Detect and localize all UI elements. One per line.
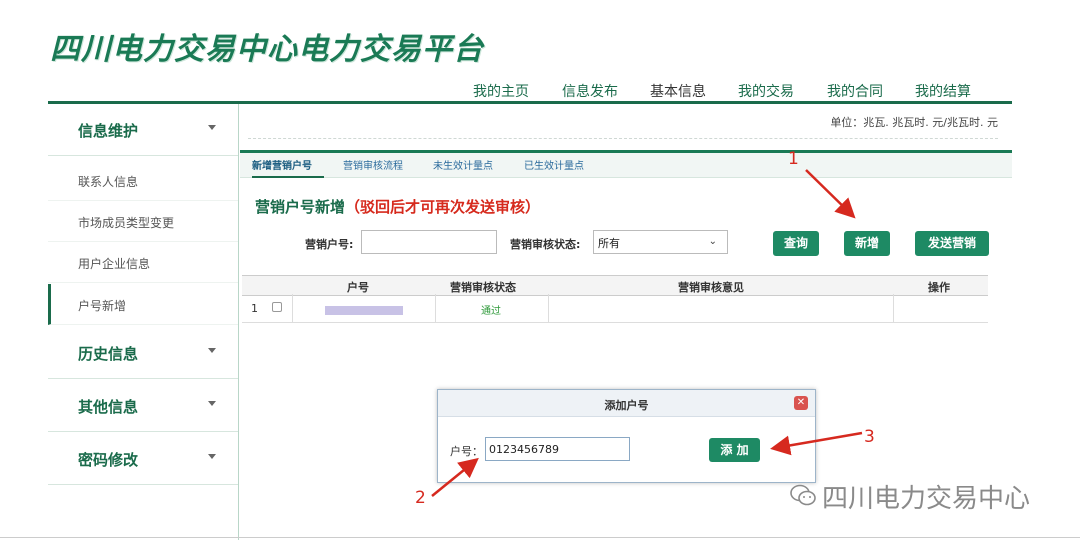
annotation-number-2: 2 <box>415 488 426 508</box>
bottom-divider <box>0 537 1080 538</box>
wechat-icon <box>790 484 816 506</box>
annotation-arrow-1 <box>805 169 856 219</box>
annotation-arrow-2 <box>431 457 479 497</box>
watermark: 四川电力交易中心 <box>822 484 1031 514</box>
annotation-arrows <box>431 169 863 497</box>
annotation-arrow-3 <box>770 431 863 456</box>
annotation-number-1: 1 <box>788 149 799 169</box>
annotation-number-3: 3 <box>864 427 875 447</box>
